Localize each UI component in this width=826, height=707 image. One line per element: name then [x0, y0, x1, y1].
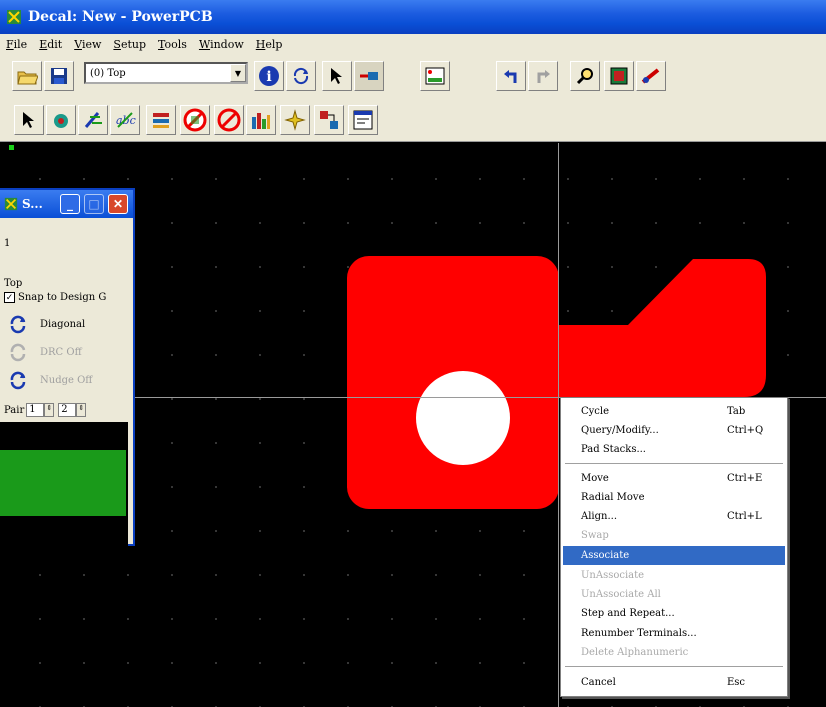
menu-item-delete-alphanumeric[interactable]: Delete Alphanumeric [563, 643, 785, 662]
layer-color-swatch [0, 450, 126, 516]
menu-item-label: Delete Alphanumeric [581, 647, 689, 658]
menu-item-align[interactable]: Align... Ctrl+L [563, 507, 785, 526]
menu-item-unassociate[interactable]: UnAssociate [563, 566, 785, 585]
spinner-icon[interactable]: ⇕ [76, 403, 87, 417]
menu-item-label: UnAssociate All [581, 589, 661, 600]
menu-item-associate[interactable]: Associate [563, 546, 785, 565]
menu-separator [565, 463, 783, 464]
menu-item-pad-stacks[interactable]: Pad Stacks... [563, 440, 785, 459]
drc-icon[interactable] [6, 340, 30, 364]
menu-item-label: Query/Modify... [581, 425, 659, 436]
diagonal-label[interactable]: Diagonal [40, 319, 85, 330]
checkbox-check: ✓ [4, 292, 15, 303]
context-menu: Cycle Tab Query/Modify... Ctrl+Q Pad Stack… [560, 397, 788, 697]
menu-item-label: Swap [581, 530, 609, 541]
menu-item-query-modify[interactable]: Query/Modify... Ctrl+Q [563, 421, 785, 440]
menu-item-label: Renumber Terminals... [581, 628, 697, 639]
menu-item-label: Associate [581, 550, 630, 561]
menu-item-renumber-terminals[interactable]: Renumber Terminals... [563, 624, 785, 643]
app-icon [4, 197, 18, 211]
status-value: 1 [4, 238, 11, 249]
status-window: S... _ □ ✕ 1 Top ✓ Snap to Design G Diag… [0, 188, 135, 546]
menu-item-step-and-repeat[interactable]: Step and Repeat... [563, 604, 785, 623]
menu-item-shortcut: Ctrl+Q [727, 425, 764, 436]
minimize-button[interactable]: _ [60, 194, 80, 214]
menu-item-cancel[interactable]: Cancel Esc [563, 673, 785, 692]
menu-item-swap[interactable]: Swap [563, 526, 785, 545]
status-layer: Top [4, 278, 23, 289]
drill-hole [416, 371, 510, 465]
menu-item-cycle[interactable]: Cycle Tab [563, 402, 785, 421]
pair-label: Pair [4, 404, 25, 416]
menu-item-label: Pad Stacks... [581, 444, 646, 455]
status-window-titlebar[interactable]: S... _ □ ✕ [0, 190, 133, 218]
maximize-button[interactable]: □ [84, 194, 104, 214]
status-window-title: S... [22, 197, 43, 211]
nudge-off-label[interactable]: Nudge Off [40, 375, 92, 386]
menu-item-label: Align... [581, 511, 617, 522]
menu-item-label: UnAssociate [581, 570, 645, 581]
menu-item-radial-move[interactable]: Radial Move [563, 488, 785, 507]
menu-item-move[interactable]: Move Ctrl+E [563, 469, 785, 488]
menu-item-shortcut: Ctrl+L [727, 511, 762, 522]
menu-item-label: Radial Move [581, 492, 645, 503]
menu-item-label: Move [581, 473, 609, 484]
drc-off-label[interactable]: DRC Off [40, 347, 82, 358]
menu-item-label: Step and Repeat... [581, 608, 675, 619]
pair-input-2[interactable]: 2 [58, 403, 77, 417]
rotate-icon[interactable] [6, 312, 30, 336]
menu-item-shortcut: Esc [727, 677, 746, 688]
snap-label: Snap to Design G [18, 292, 107, 303]
spinner-icon[interactable]: ⇕ [44, 403, 55, 417]
pair-control: Pair 1 ⇕ 2 ⇕ [4, 403, 87, 417]
pad-polygon [556, 259, 766, 397]
menu-item-label: Cancel [581, 677, 616, 688]
menu-item-unassociate-all[interactable]: UnAssociate All [563, 585, 785, 604]
layer-preview [0, 422, 128, 546]
menu-item-shortcut: Ctrl+E [727, 473, 763, 484]
close-button[interactable]: ✕ [108, 194, 128, 214]
pair-input-1[interactable]: 1 [26, 403, 45, 417]
snap-checkbox[interactable]: ✓ Snap to Design G [4, 292, 106, 303]
crosshair-vertical [558, 143, 559, 707]
menu-item-label: Cycle [581, 406, 610, 417]
nudge-icon[interactable] [6, 368, 30, 392]
menu-item-shortcut: Tab [727, 406, 746, 417]
menu-separator [565, 666, 783, 667]
